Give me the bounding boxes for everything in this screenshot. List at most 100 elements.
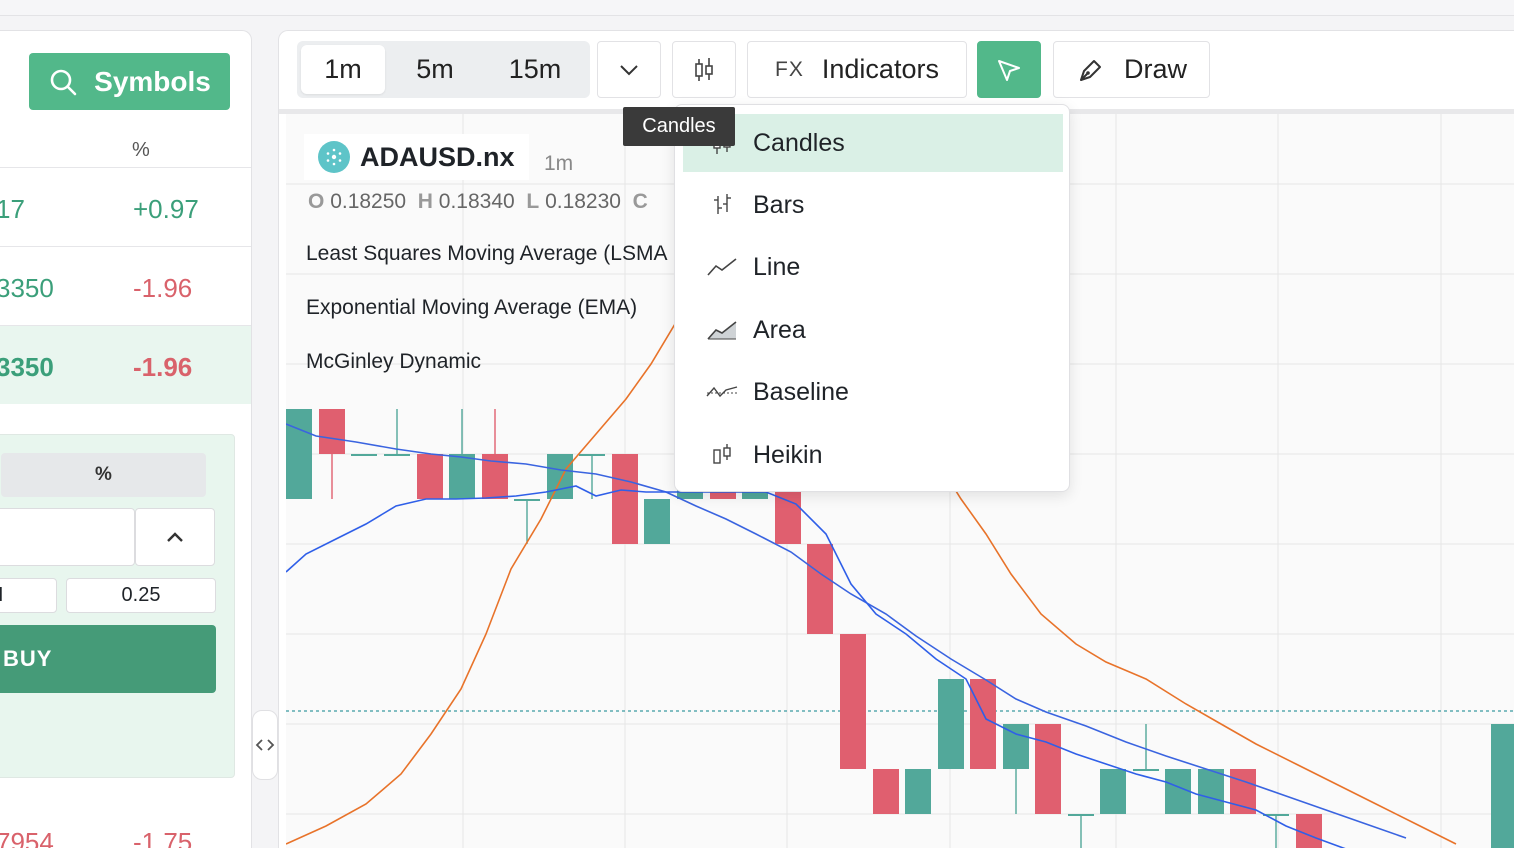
indicator-legend-ema[interactable]: Exponential Moving Average (EMA) (306, 296, 637, 320)
chart-type-tooltip: Candles (623, 107, 735, 146)
candle-body (840, 634, 866, 769)
candle-body (970, 679, 996, 769)
candle-body (286, 409, 312, 499)
candle-body (1198, 769, 1224, 814)
chart-type-button[interactable] (672, 41, 736, 98)
bars-icon (703, 192, 741, 218)
menu-item-bars[interactable]: Bars (683, 176, 1063, 234)
heikin-icon (703, 442, 741, 468)
draw-button[interactable]: Draw (1053, 41, 1210, 98)
watchlist-change: +0.97 (133, 194, 199, 224)
candle-body (449, 454, 475, 499)
amount-input[interactable] (0, 508, 135, 566)
candle-body (514, 499, 540, 501)
menu-item-label: Bars (753, 190, 805, 219)
legend-timeframe: 1m (544, 152, 574, 175)
menu-item-label: Line (753, 252, 801, 281)
watchlist-row-selected[interactable]: 3350 -1.96 (0, 325, 251, 404)
percent-tab[interactable]: % (1, 453, 206, 497)
timeframe-group: 1m 5m 15m (297, 41, 590, 98)
watchlist-change: -1.96 (133, 352, 193, 382)
line-icon (703, 254, 741, 280)
indicators-label: Indicators (821, 54, 939, 84)
timeframe-1m-button[interactable]: 1m (301, 45, 385, 94)
top-strip (0, 0, 1514, 16)
candle-body (384, 454, 410, 456)
ohlc-value: 0.18340 (438, 190, 515, 213)
draw-label: Draw (1123, 54, 1187, 84)
chevron-up-icon (167, 532, 183, 542)
indicators-button[interactable]: FX Indicators (747, 41, 967, 98)
watchlist-bid: 17 (0, 194, 25, 224)
cursor-icon (998, 59, 1020, 81)
watchlist-bid: 3350 (0, 273, 54, 303)
candle-body (1100, 769, 1126, 814)
candles-icon (695, 57, 713, 81)
watchlist-bid: 3350 (0, 352, 54, 382)
symbol-title: ADAUSD.nx (360, 141, 515, 172)
watchlist-row[interactable]: 7954 -1.75 (0, 801, 251, 848)
ohlc-key: O (308, 190, 325, 213)
watchlist-panel: Symbols % 17 +0.97 3350 -1.96 3350 -1.96… (0, 30, 252, 848)
symbol-legend[interactable]: ADAUSD.nx (304, 134, 529, 180)
menu-item-candles[interactable]: Candles (683, 114, 1063, 172)
watchlist-row[interactable]: 3350 -1.96 (0, 246, 251, 325)
candle-body (938, 679, 964, 769)
candle-body (612, 454, 638, 544)
chart-toolbar: 1m 5m 15m FX Indicators Draw (279, 31, 1514, 109)
quantity-chip[interactable]: 0.25 (66, 578, 216, 613)
candle-body (905, 769, 931, 814)
ohlc-key: H (417, 190, 433, 213)
menu-item-label: Candles (753, 128, 845, 157)
candle-body (873, 769, 899, 814)
candle-body (351, 454, 377, 456)
cursor-tool-button[interactable] (977, 41, 1041, 98)
watchlist-row[interactable]: 17 +0.97 (0, 167, 251, 246)
pen-icon (1079, 59, 1101, 81)
cardano-icon (318, 141, 350, 173)
area-icon (703, 317, 741, 343)
candle-body (1035, 724, 1061, 814)
candle-body (1068, 814, 1094, 816)
candle-body (579, 454, 605, 456)
candle-body (1165, 769, 1191, 814)
ohlc-readout: O 0.18250 H 0.18340 L 0.18230 C (308, 190, 648, 214)
watchlist-bid: 7954 (0, 827, 54, 848)
watchlist-change: -1.75 (133, 827, 193, 848)
candle-body (319, 409, 345, 454)
watchlist-change: -1.96 (133, 273, 193, 303)
timeframe-5m-button[interactable]: 5m (393, 45, 477, 94)
candle-body (547, 454, 573, 499)
code-arrows-icon (255, 739, 275, 751)
candle-body (644, 499, 670, 544)
baseline-icon (703, 379, 741, 405)
candle-body (417, 454, 443, 499)
menu-item-label: Heikin (753, 440, 823, 469)
change-column-header: % (132, 139, 150, 161)
search-icon (50, 69, 77, 95)
stepper-up-button[interactable] (135, 508, 215, 566)
menu-item-baseline[interactable]: Baseline (683, 363, 1063, 421)
fx-icon: FX (775, 57, 804, 81)
indicator-legend-mcginley[interactable]: McGinley Dynamic (306, 350, 481, 374)
order-panel: % I 0.25 BUY (0, 434, 235, 778)
symbols-button-label: Symbols (94, 65, 211, 97)
candle-body (1491, 724, 1514, 848)
panel-collapse-handle[interactable] (252, 710, 278, 780)
timeframe-15m-button[interactable]: 15m (485, 45, 585, 94)
ohlc-value: 0.18250 (330, 190, 407, 213)
menu-item-label: Baseline (753, 377, 849, 406)
symbols-button[interactable]: Symbols (29, 53, 230, 110)
candle-body (807, 544, 833, 634)
menu-item-area[interactable]: Area (683, 301, 1063, 359)
buy-button[interactable]: BUY (0, 625, 216, 693)
quantity-chip[interactable]: I (0, 578, 57, 613)
menu-item-label: Area (753, 315, 806, 344)
candle-body (1003, 724, 1029, 769)
indicator-legend-lsma[interactable]: Least Squares Moving Average (LSMA (306, 242, 667, 266)
timeframe-dropdown-button[interactable] (597, 41, 661, 98)
menu-item-line[interactable]: Line (683, 238, 1063, 296)
ohlc-value: 0.18230 (545, 190, 621, 213)
menu-item-heikin[interactable]: Heikin (683, 426, 1063, 484)
ohlc-key: C (632, 190, 648, 213)
